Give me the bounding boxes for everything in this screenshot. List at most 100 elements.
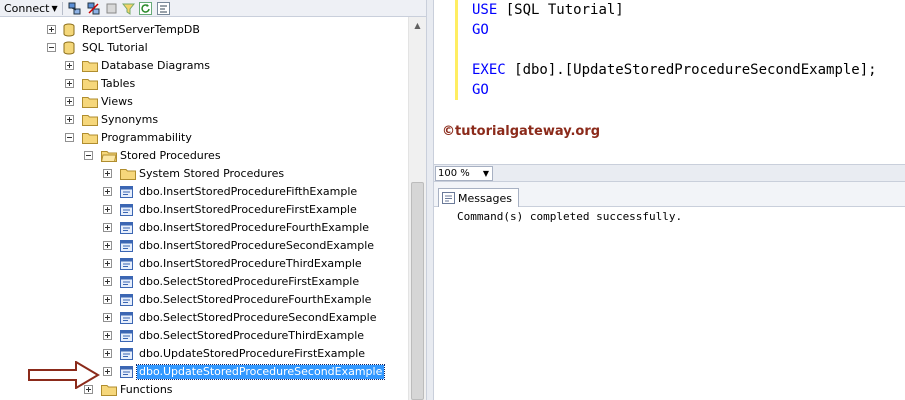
connect-icon[interactable]: [68, 2, 81, 15]
tree-node-stored-procedure[interactable]: dbo.InsertStoredProcedureThirdExample: [0, 255, 400, 273]
tree-node-stored-procedure[interactable]: dbo.SelectStoredProcedureSecondExample: [0, 309, 400, 327]
keyword: GO: [472, 82, 489, 98]
tree-node-label: dbo.InsertStoredProcedureSecondExample: [139, 239, 375, 252]
collapse-node-icon[interactable]: [47, 43, 56, 52]
zoom-select[interactable]: 100 % ▼: [435, 166, 493, 181]
toolbar-separator: [62, 2, 63, 15]
expand-icon[interactable]: [65, 115, 74, 124]
expand-icon[interactable]: [103, 277, 112, 286]
tree-node-label: dbo.InsertStoredProcedureFirstExample: [139, 203, 357, 216]
tree-node-label: dbo.InsertStoredProcedureFifthExample: [139, 185, 358, 198]
change-tracking-margin: [455, 0, 458, 100]
watermark: ©tutorialgateway.org: [442, 124, 601, 139]
tree-node-programmability[interactable]: Programmability: [0, 129, 400, 147]
tree-node-label: SQL Tutorial: [82, 41, 148, 54]
expand-icon[interactable]: [103, 169, 112, 178]
object-explorer-tree: ReportServerTempDB SQL Tutorial Database…: [0, 17, 408, 400]
expand-icon[interactable]: [103, 259, 112, 268]
stored-procedure-icon: [120, 258, 133, 270]
code-line-1: USE [SQL Tutorial]: [472, 0, 624, 20]
tab-messages[interactable]: Messages: [438, 188, 519, 207]
stored-procedure-icon: [120, 348, 133, 360]
tree-node-stored-procedure[interactable]: dbo.SelectStoredProcedureThirdExample: [0, 327, 400, 345]
stored-procedure-icon: [120, 186, 133, 198]
tree-node-label: dbo.UpdateStoredProcedureSecondExample: [135, 364, 386, 380]
zoom-bar: 100 % ▼: [434, 164, 905, 182]
tree-node-label: dbo.SelectStoredProcedureSecondExample: [139, 311, 377, 324]
scrollbar-thumb[interactable]: [411, 182, 424, 400]
results-pane: Messages Command(s) completed successful…: [434, 182, 905, 400]
tree-node-label: dbo.InsertStoredProcedureFourthExample: [139, 221, 370, 234]
tree-node-label: Tables: [101, 77, 136, 90]
collapse-icon[interactable]: [157, 2, 170, 15]
expand-icon[interactable]: [65, 61, 74, 70]
collapse-node-icon[interactable]: [84, 151, 93, 160]
database-icon: [63, 23, 75, 37]
expand-icon[interactable]: [103, 187, 112, 196]
tree-node-stored-procedure[interactable]: dbo.InsertStoredProcedureFirstExample: [0, 201, 400, 219]
expand-icon[interactable]: [47, 25, 56, 34]
tree-node-synonyms[interactable]: Synonyms: [0, 111, 400, 129]
stored-procedure-icon: [120, 222, 133, 234]
tree-node-stored-procedure[interactable]: dbo.InsertStoredProcedureSecondExample: [0, 237, 400, 255]
folder-icon: [82, 61, 98, 72]
expand-icon[interactable]: [103, 313, 112, 322]
tree-node-label: dbo.InsertStoredProcedureThirdExample: [139, 257, 362, 270]
query-editor[interactable]: USE [SQL Tutorial] GO EXEC [dbo].[Update…: [434, 0, 905, 164]
expand-icon[interactable]: [103, 223, 112, 232]
tree-node-system-stored-procedures[interactable]: System Stored Procedures: [0, 165, 400, 183]
tree-node-label: Stored Procedures: [120, 149, 221, 162]
tree-node-label: ReportServerTempDB: [82, 23, 200, 36]
tree-node-sql-tutorial[interactable]: SQL Tutorial: [0, 39, 400, 57]
results-tab-strip: Messages: [434, 182, 905, 207]
code-text: [dbo].[UpdateStoredProcedureSecondExampl…: [505, 62, 877, 78]
connect-label: Connect: [4, 2, 50, 15]
stored-procedure-icon: [120, 330, 133, 342]
folder-icon: [82, 133, 98, 144]
stored-procedure-icon: [120, 366, 133, 378]
folder-icon: [120, 169, 136, 180]
zoom-value: 100 %: [438, 168, 470, 179]
filter-icon[interactable]: [122, 2, 135, 15]
expand-icon[interactable]: [103, 349, 112, 358]
tree-node-label: Functions: [120, 383, 173, 396]
stored-procedure-icon: [120, 240, 133, 252]
expand-icon[interactable]: [103, 205, 112, 214]
object-explorer-scrollbar[interactable]: ▲: [408, 17, 426, 400]
expand-icon[interactable]: [65, 97, 74, 106]
expand-icon[interactable]: [103, 367, 112, 376]
scroll-up-icon[interactable]: ▲: [409, 17, 426, 33]
tree-node-reportservertempdb[interactable]: ReportServerTempDB: [0, 21, 400, 39]
tree-node-tables[interactable]: Tables: [0, 75, 400, 93]
disconnect-icon[interactable]: [87, 2, 100, 15]
expand-icon[interactable]: [65, 79, 74, 88]
tree-node-stored-procedures[interactable]: Stored Procedures: [0, 147, 400, 165]
code-line-2: GO: [472, 20, 489, 40]
object-explorer: Connect ▼ ReportServerTempDB SQL Tutoria…: [0, 0, 426, 400]
connect-button[interactable]: Connect ▼: [4, 1, 58, 16]
code-line-3: EXEC [dbo].[UpdateStoredProcedureSecondE…: [472, 60, 877, 80]
tree-node-label: dbo.UpdateStoredProcedureFirstExample: [139, 347, 366, 360]
tree-node-stored-procedure[interactable]: dbo.SelectStoredProcedureFirstExample: [0, 273, 400, 291]
pane-splitter[interactable]: [426, 0, 434, 400]
tree-node-stored-procedure[interactable]: dbo.InsertStoredProcedureFourthExample: [0, 219, 400, 237]
tree-node-stored-procedure[interactable]: dbo.InsertStoredProcedureFifthExample: [0, 183, 400, 201]
tree-node-stored-procedure[interactable]: dbo.SelectStoredProcedureFourthExample: [0, 291, 400, 309]
collapse-node-icon[interactable]: [65, 133, 74, 142]
tree-node-database-diagrams[interactable]: Database Diagrams: [0, 57, 400, 75]
expand-icon[interactable]: [103, 241, 112, 250]
tree-node-label: Database Diagrams: [101, 59, 210, 72]
stored-procedure-icon: [120, 204, 133, 216]
tab-messages-label: Messages: [458, 191, 512, 205]
code-line-4: GO: [472, 80, 489, 100]
tree-node-views[interactable]: Views: [0, 93, 400, 111]
result-message: Command(s) completed successfully.: [457, 210, 683, 223]
messages-icon: [442, 192, 455, 204]
object-explorer-toolbar: Connect ▼: [0, 0, 426, 17]
refresh-icon[interactable]: [139, 2, 152, 15]
tree-node-label: System Stored Procedures: [139, 167, 285, 180]
tree-node-label: Synonyms: [101, 113, 159, 126]
expand-icon[interactable]: [103, 295, 112, 304]
stop-icon[interactable]: [105, 2, 118, 15]
expand-icon[interactable]: [103, 331, 112, 340]
